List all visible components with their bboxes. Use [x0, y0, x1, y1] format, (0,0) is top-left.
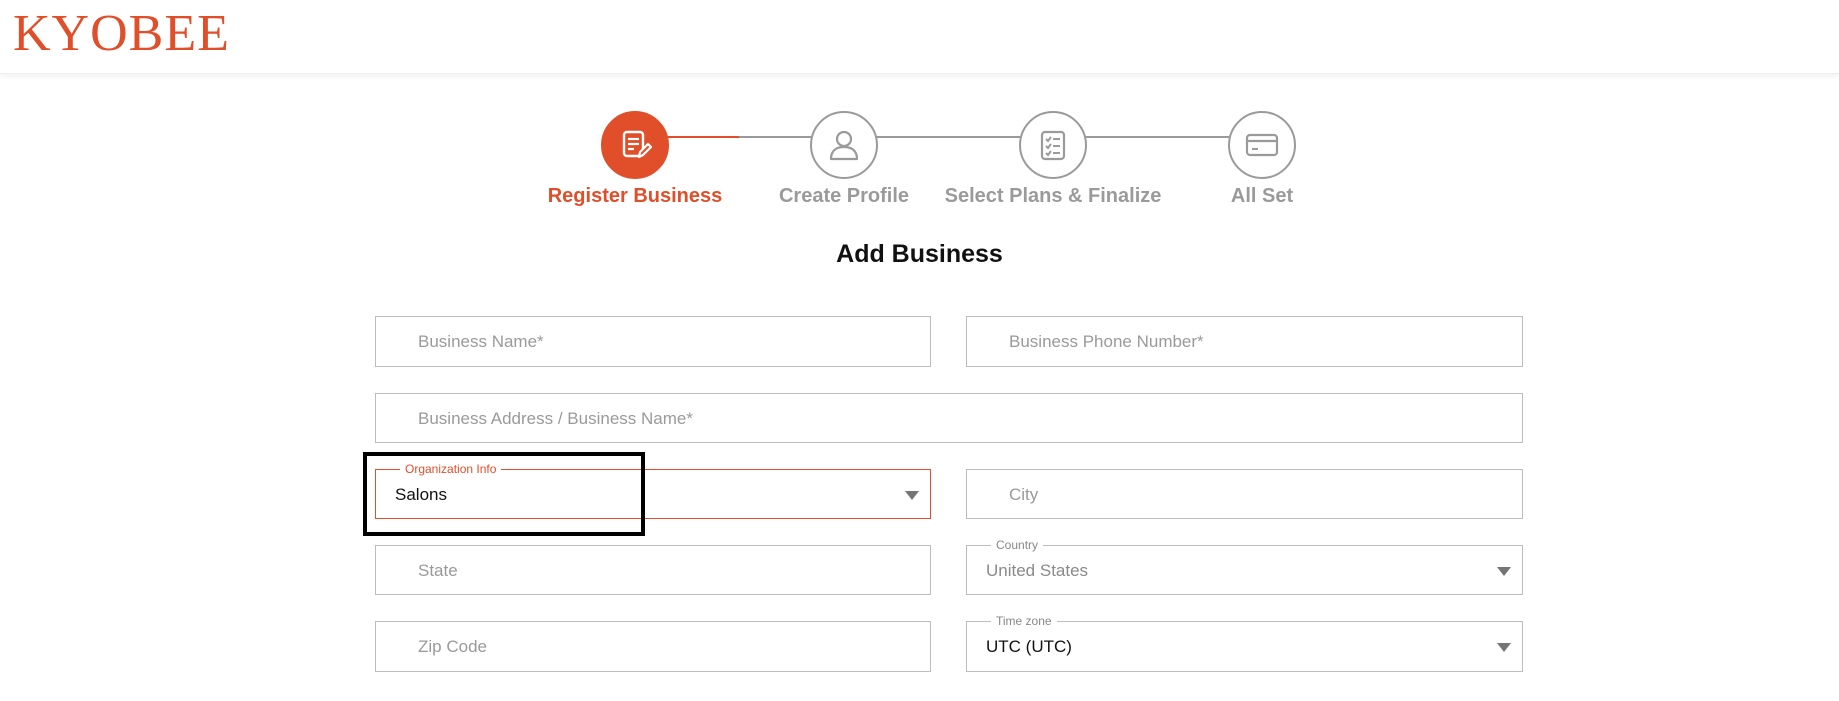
organization-info-value: Salons: [395, 485, 447, 504]
step-label-register-business: Register Business: [547, 185, 723, 207]
stepper-progress-line: [668, 136, 739, 138]
step-register-business[interactable]: [601, 111, 669, 179]
step-create-profile[interactable]: [810, 111, 878, 179]
business-address-input[interactable]: Business Address / Business Name*: [375, 393, 1523, 443]
business-address-placeholder: Business Address / Business Name*: [418, 409, 693, 428]
business-name-placeholder: Business Name*: [418, 332, 544, 351]
zip-code-input[interactable]: Zip Code: [375, 621, 931, 672]
kyobee-logo[interactable]: KYOBEE: [13, 6, 230, 62]
page-title: Add Business: [836, 240, 1003, 268]
country-value: United States: [986, 561, 1089, 580]
city-input[interactable]: City: [966, 469, 1523, 519]
checklist-icon: [1040, 130, 1066, 161]
chevron-down-icon[interactable]: [905, 491, 919, 500]
step-label-select-plans: Select Plans & Finalize: [944, 185, 1162, 207]
country-select[interactable]: Country United States: [966, 537, 1523, 595]
city-placeholder: City: [1009, 485, 1039, 504]
top-bar: KYOBEE: [0, 0, 1839, 74]
chevron-down-icon[interactable]: [1497, 643, 1511, 652]
organization-info-select[interactable]: Organization Info Salons: [375, 461, 931, 519]
business-name-input[interactable]: Business Name*: [375, 316, 931, 367]
zip-code-placeholder: Zip Code: [418, 637, 487, 656]
credit-card-icon: [1245, 133, 1279, 157]
chevron-down-icon[interactable]: [1497, 567, 1511, 576]
step-label-all-set: All Set: [1230, 185, 1294, 207]
time-zone-select[interactable]: Time zone UTC (UTC): [966, 613, 1523, 672]
step-all-set[interactable]: [1228, 111, 1296, 179]
person-icon: [829, 130, 859, 161]
stepper-connector: [1086, 136, 1229, 138]
business-phone-placeholder: Business Phone Number*: [1009, 332, 1204, 351]
stepper-connector: [876, 136, 1021, 138]
state-placeholder: State: [418, 561, 458, 580]
time-zone-value: UTC (UTC): [986, 637, 1072, 656]
edit-document-icon: [622, 130, 652, 159]
step-select-plans[interactable]: [1019, 111, 1087, 179]
business-phone-input[interactable]: Business Phone Number*: [966, 316, 1523, 367]
step-label-create-profile: Create Profile: [778, 185, 910, 207]
stepper-connector: [739, 136, 811, 138]
state-input[interactable]: State: [375, 545, 931, 595]
